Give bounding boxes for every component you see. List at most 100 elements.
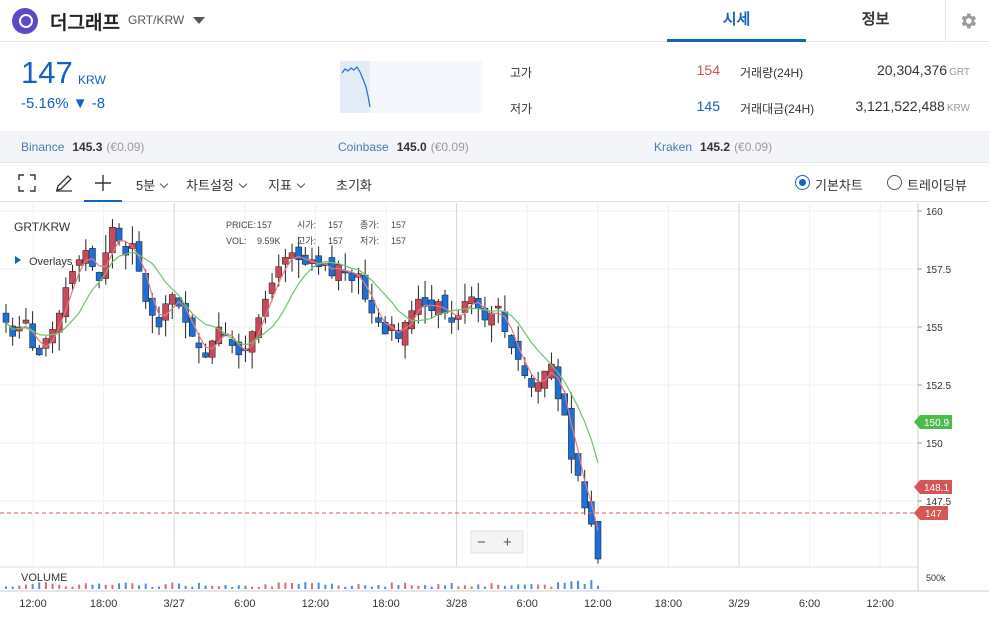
candle-body — [494, 305, 502, 309]
price-chart[interactable]: 160 157.5 155 152.5 150 147.5 12:00 18:00 3/27 6… — [0, 203, 989, 614]
volume-bar — [18, 585, 21, 589]
pencil-icon[interactable] — [53, 172, 75, 194]
candle-body — [448, 317, 455, 323]
candle-body — [435, 301, 442, 316]
marker-last-price: 147 — [914, 506, 948, 520]
y-tick-label: 160 — [926, 207, 943, 218]
volume-bar — [490, 583, 493, 589]
exchange-coinbase: Coinbase 145.0 (€0.09) — [338, 140, 469, 154]
volume-bar — [124, 582, 127, 589]
volume-bar — [138, 585, 141, 589]
volume-bar — [191, 586, 194, 589]
gear-icon[interactable] — [958, 11, 978, 31]
basic-chart-radio[interactable] — [795, 175, 810, 190]
overlays-triangle-icon[interactable] — [15, 256, 21, 264]
tab-market[interactable]: 시세 — [667, 0, 806, 42]
volume-bar — [71, 586, 74, 589]
volume-bar — [251, 586, 254, 589]
svg-text:157: 157 — [257, 220, 272, 230]
volume-bar — [590, 580, 593, 589]
x-tick-label: 3/29 — [728, 598, 749, 610]
volume-bar — [370, 586, 373, 589]
price-change: -5.16% ▼ -8 — [21, 95, 106, 112]
zoom-in-button[interactable]: + — [503, 534, 512, 551]
top-bar: 더그래프 GRT/KRW 시세 정보 — [0, 0, 989, 42]
volume-bar — [271, 586, 274, 589]
candle-body — [195, 342, 203, 349]
candle-body — [441, 294, 449, 314]
volume-bar — [517, 584, 520, 589]
volume-bar — [104, 584, 107, 589]
volume-bar — [404, 582, 407, 589]
volume-bar — [497, 584, 500, 589]
volume-bar — [184, 585, 187, 589]
tradingview-radio[interactable] — [887, 175, 902, 190]
volume-bar — [563, 582, 566, 589]
candlestick-chart-svg[interactable]: 160157.5155152.5150147.5 12:00 18:00 3/27 6… — [0, 203, 989, 614]
top-divider — [945, 0, 946, 42]
volume-bar — [211, 585, 214, 589]
volume-bar — [111, 584, 114, 589]
candle-body — [268, 282, 276, 294]
volume-bar — [597, 585, 599, 589]
price-summary: 147 KRW -5.16% ▼ -8 고가 154 저가 145 거래량(24… — [0, 43, 989, 131]
volume-bar — [444, 585, 447, 589]
svg-text:148.1: 148.1 — [924, 483, 949, 494]
volume-bar — [510, 585, 513, 589]
candle-body — [528, 378, 535, 388]
volume-bar — [217, 586, 220, 589]
fullscreen-icon[interactable] — [16, 172, 38, 194]
ma-long-line — [5, 251, 599, 464]
volume-bar — [430, 586, 433, 589]
volume-bar — [197, 582, 200, 589]
x-tick-label: 6:00 — [234, 598, 255, 610]
coin-selector-caret-icon[interactable] — [193, 17, 205, 24]
volume-bar — [503, 585, 506, 589]
svg-text:저가:: 저가: — [360, 236, 379, 246]
svg-text:PRICE:: PRICE: — [226, 220, 256, 230]
volume-bar — [470, 586, 473, 589]
svg-text:157: 157 — [328, 236, 343, 246]
marker-ma-red: 148.1 — [914, 480, 952, 494]
candle-body — [169, 294, 176, 305]
volume-bar — [98, 583, 101, 589]
volume-bar — [450, 583, 453, 589]
volume-bar — [144, 583, 147, 589]
basic-chart-label[interactable]: 기본차트 — [815, 175, 863, 194]
tradingview-label[interactable]: 트레이딩뷰 — [907, 175, 967, 194]
overlays-toggle[interactable]: Overlays — [29, 256, 73, 268]
interval-dropdown[interactable]: 5분 — [136, 175, 169, 194]
volume-bar — [424, 585, 427, 589]
volume-bar — [390, 582, 393, 589]
candle-body — [468, 296, 475, 305]
tab-info[interactable]: 정보 — [806, 0, 945, 42]
coin-name[interactable]: 더그래프 — [50, 8, 120, 35]
chart-toolbar: 5분 차트설정 지표 초기화 기본차트 트레이딩뷰 — [0, 164, 989, 202]
crosshair-active-indicator — [84, 200, 122, 202]
candle-body — [508, 334, 515, 349]
high-label: 고가 — [510, 66, 533, 80]
volume-bar — [297, 583, 300, 589]
crosshair-icon[interactable] — [92, 172, 114, 194]
candle-body — [282, 257, 289, 265]
candle-body — [155, 317, 163, 328]
candle-body — [22, 319, 30, 324]
volume-bar — [244, 585, 247, 589]
volume-bar — [397, 585, 400, 589]
volume-bar — [344, 586, 347, 589]
zoom-out-button[interactable]: − — [477, 534, 486, 551]
candle-body — [534, 382, 542, 392]
volume-bar — [570, 581, 573, 589]
volume-bar — [530, 584, 533, 589]
candle-body — [29, 323, 36, 349]
volume-bar — [577, 580, 580, 589]
chart-settings-dropdown[interactable]: 차트설정 — [186, 175, 248, 194]
candle-body — [2, 312, 10, 323]
ohlc-info: PRICE: 157 시가: 157 종가: 157 VOL: 9.59K 고가… — [226, 220, 406, 246]
indicators-dropdown[interactable]: 지표 — [268, 175, 306, 194]
reset-button[interactable]: 초기화 — [336, 175, 372, 194]
marker-ma-green: 150.9 — [914, 415, 952, 429]
volume-bar — [131, 583, 134, 589]
volume-axis-tick: 500k — [926, 573, 946, 583]
volume-bar — [237, 585, 240, 589]
